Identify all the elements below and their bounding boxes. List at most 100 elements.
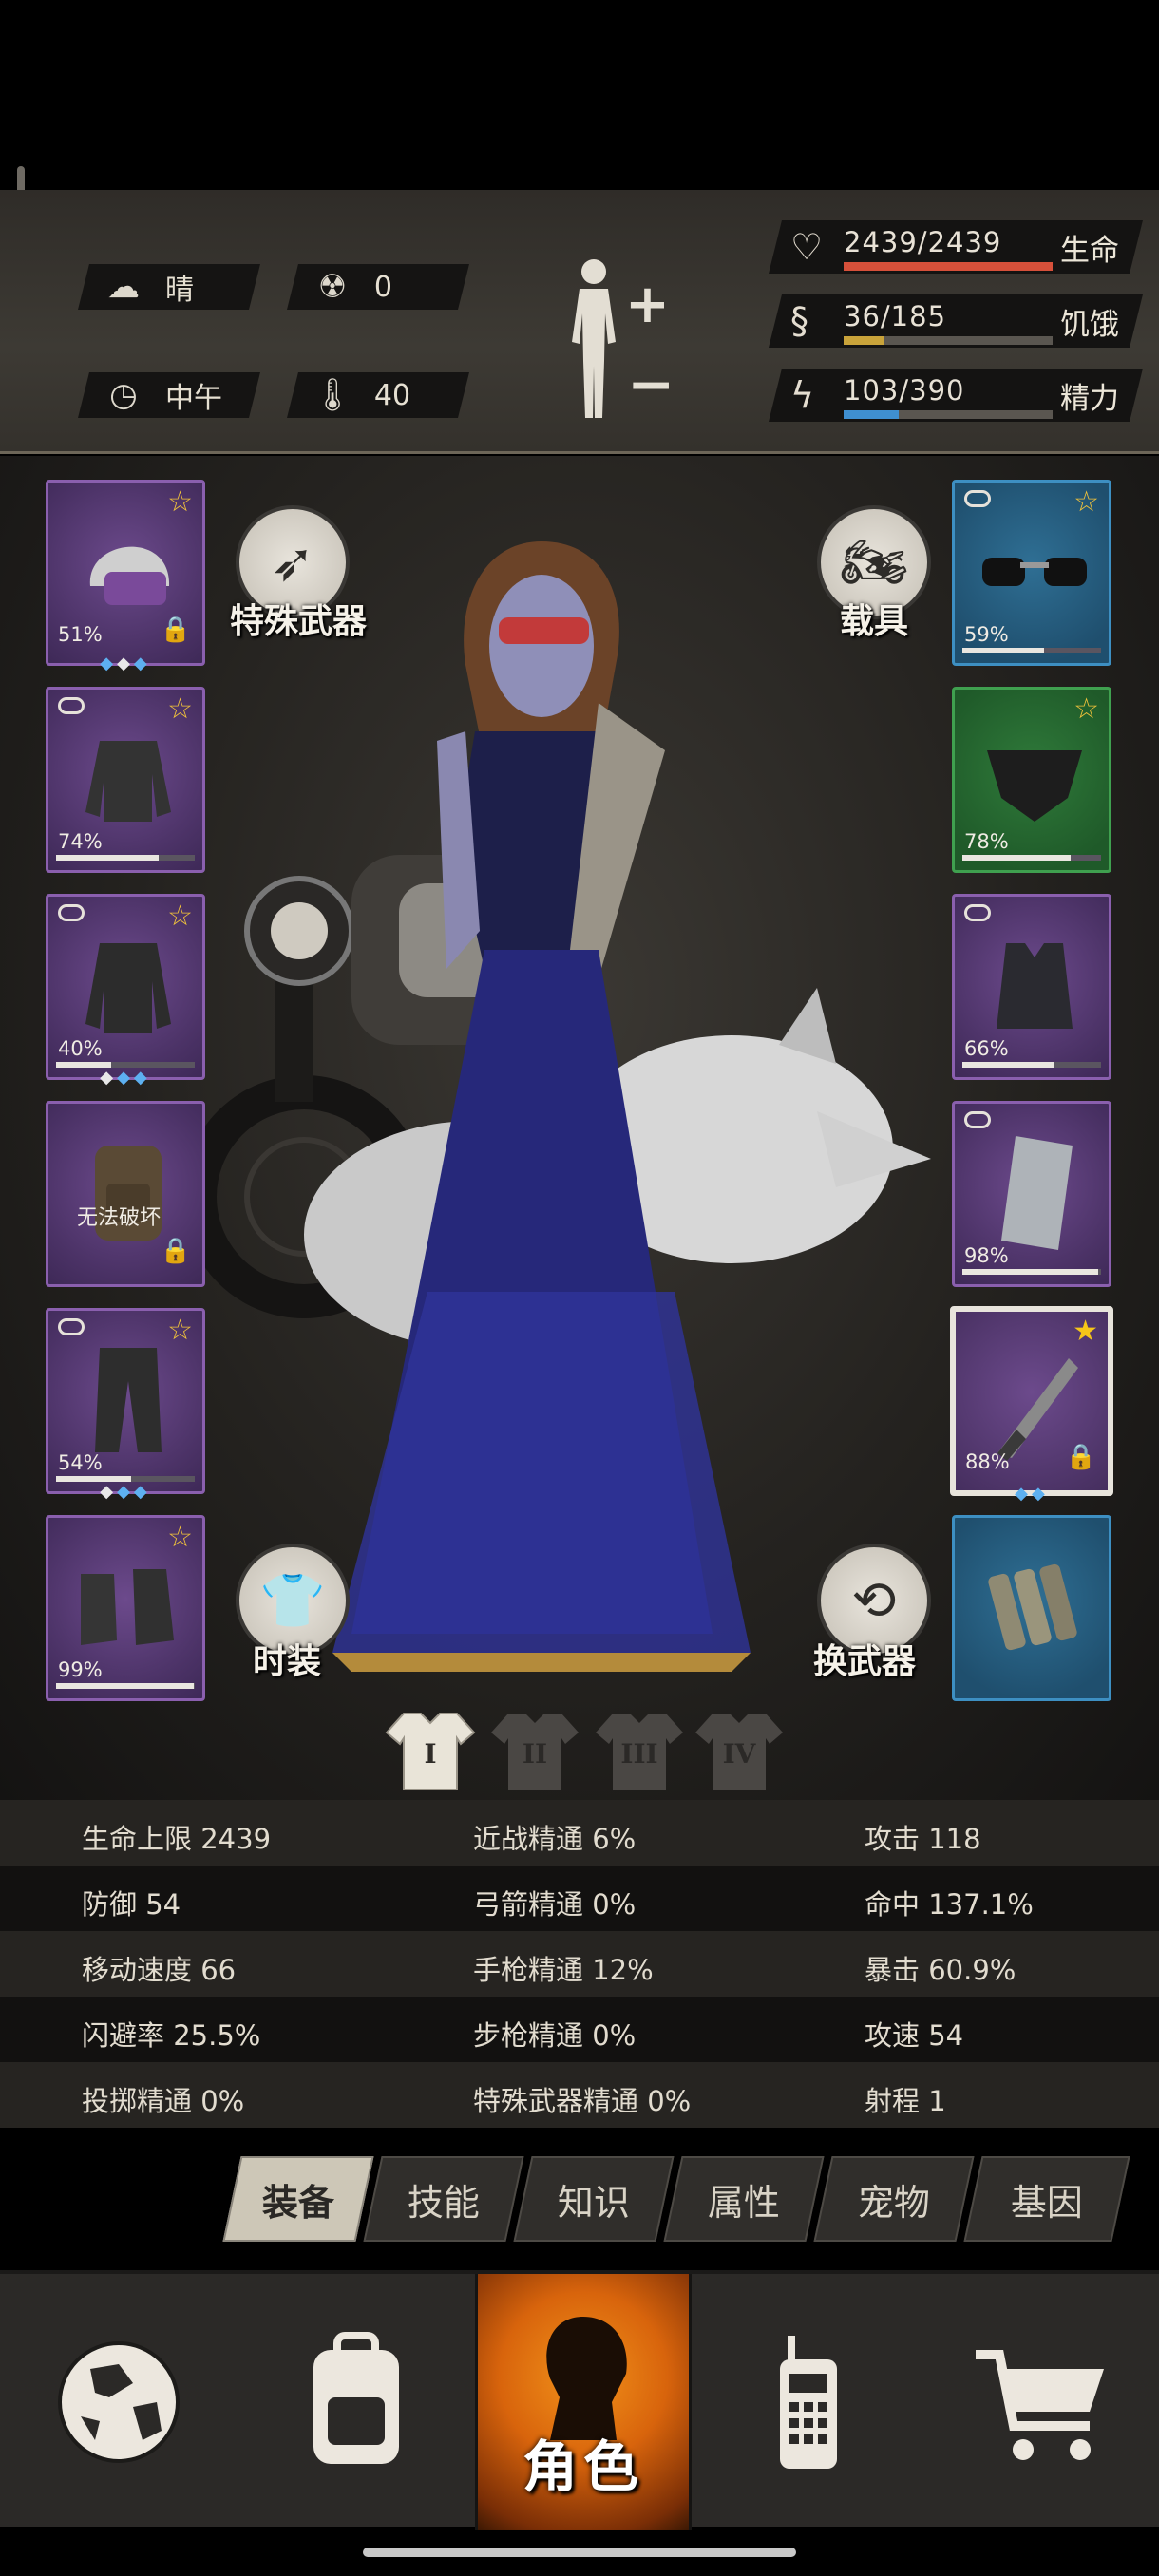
motorcycle-icon: 🏍 [840,532,908,594]
gem-slots: ◆◆◆ [100,1068,151,1088]
tab-label: 知识 [557,2181,630,2224]
temperature-value: 40 [374,378,411,412]
tab-label: 宠物 [857,2181,930,2224]
stat-bow-mastery: 弓箭精通 0% [473,1888,636,1921]
energy-fill [844,410,900,419]
pants-icon [67,1339,189,1461]
energy-value: 103/390 [844,374,965,407]
nav-shop[interactable] [925,2274,1159,2530]
gem-slots: ◆◆◆ [100,653,151,673]
outfit-tab-4[interactable]: IV [694,1710,785,1791]
durability-percent: 66% [964,1037,1009,1060]
body-status-button[interactable]: + − [560,256,694,427]
equip-slot-jacket[interactable]: ☆ 74% [46,687,205,873]
panel-tabs: 装备 技能 知识 属性 宠物 基因 [218,2156,1140,2242]
top-safe-area [0,0,1159,190]
stat-pistol-mastery: 手枪精通 12% [473,1954,654,1986]
hunger-value: 36/185 [844,300,947,332]
outfit-tab-3[interactable]: III [594,1710,685,1791]
minus-icon[interactable]: − [627,351,674,418]
equip-slot-pants[interactable]: ☆ 54% [46,1308,205,1494]
link-icon [964,490,991,507]
plus-icon[interactable]: + [625,274,670,335]
tab-pets[interactable]: 宠物 [813,2156,975,2242]
link-icon [58,697,85,714]
nav-world-map[interactable] [0,2274,238,2530]
equip-slot-helmet[interactable]: ☆ 51% 🔒 [46,480,205,666]
gem-slots: ◆◆ [1015,1484,1049,1504]
stat-accuracy: 命中 137.1% [864,1888,1034,1921]
hunger-bar: § 36/185 饥饿 [769,293,1143,351]
stat-throw-mastery: 投掷精通 0% [82,2085,245,2117]
gas-mask-icon [974,718,1095,840]
durability-percent: 99% [58,1658,103,1681]
unbreakable-label: 无法破坏 [77,1206,162,1230]
backpack-icon [314,2332,399,2464]
stats-panel: 生命上限 2439 近战精通 6% 攻击 118 防御 54 弓箭精通 0% 命… [0,1800,1159,2128]
globe-icon [58,2341,180,2463]
temperature-pill: 🌡 40 [287,372,469,418]
durability-percent: 59% [964,623,1009,646]
energy-bar: ϟ 103/390 精力 [769,367,1143,426]
equip-slot-throwable[interactable] [952,1515,1112,1701]
nav-inventory[interactable] [238,2274,475,2530]
health-label: 生命 [1060,234,1119,268]
tab-skills[interactable]: 技能 [363,2156,524,2242]
hunger-label: 饥饿 [1060,308,1119,342]
equip-slot-boots[interactable]: ☆ 99% [46,1515,205,1701]
tab-knowledge[interactable]: 知识 [513,2156,674,2242]
cart-icon [976,2350,1104,2460]
lock-icon: 🔒 [160,1237,191,1265]
tab-genes[interactable]: 基因 [963,2156,1130,2242]
heart-icon: ♡ [790,226,824,268]
equip-slot-backpack[interactable]: 无法破坏 🔒 [46,1101,205,1287]
stat-defense: 防御 54 [82,1888,181,1921]
equip-slot-weapon[interactable]: ★ 88% 🔒 [950,1306,1113,1496]
tab-label: 属性 [707,2181,780,2224]
durability-percent: 78% [964,830,1009,853]
switch-weapon-label: 换武器 [813,1642,917,1681]
durability-percent: 98% [964,1244,1009,1267]
stats-row: 投掷精通 0% 特殊武器精通 0% 射程 1 [0,2062,1159,2128]
sunglasses-icon [974,511,1095,633]
outfit-tab-1[interactable]: I [385,1710,476,1791]
lock-icon: 🔒 [160,616,191,644]
link-icon [964,904,991,921]
outfit-tab-2[interactable]: II [489,1710,580,1791]
swap-arrows-icon: ⟲ [851,1569,897,1632]
tab-equipment[interactable]: 装备 [222,2156,374,2242]
hunger-fill [844,336,884,345]
durability-percent: 40% [58,1037,103,1060]
equip-slot-shield[interactable]: 98% [952,1101,1112,1287]
nav-character[interactable]: 角色 [475,2274,692,2530]
thermometer-icon: 🌡 [312,376,353,414]
outfit-tab-number: I [424,1738,437,1770]
boots-icon [67,1546,189,1668]
tab-label: 基因 [1010,2181,1083,2224]
stat-max-hp: 生命上限 2439 [82,1823,272,1855]
time-label: 中午 [165,382,222,415]
health-bar: ♡ 2439/2439 生命 [769,218,1143,277]
time-pill: ◷ 中午 [78,372,260,418]
backpack-icon [67,1132,189,1254]
durability-percent: 54% [58,1451,103,1474]
equip-slot-mask[interactable]: ☆ 78% [952,687,1112,873]
link-icon [58,1318,85,1335]
stat-range: 射程 1 [864,2085,946,2117]
body-silhouette-icon [572,259,616,418]
equip-slot-glasses[interactable]: ☆ 59% [952,480,1112,666]
police-helmet-icon [67,511,189,633]
character-portrait [332,541,750,1672]
health-value: 2439/2439 [844,226,1002,258]
stats-row: 移动速度 66 手枪精通 12% 暴击 60.9% [0,1931,1159,1997]
stat-attack-speed: 攻速 54 [864,2019,964,2052]
rocket-icon: ➶ [270,531,315,594]
stat-move-speed: 移动速度 66 [82,1954,237,1986]
health-fill [844,262,1053,271]
nav-radio[interactable] [692,2274,925,2530]
equip-slot-vest[interactable]: 66% [952,894,1112,1080]
outfit-tab-number: II [522,1738,548,1770]
equip-slot-coat[interactable]: ☆ 40% [46,894,205,1080]
fashion-label: 时装 [253,1642,322,1681]
tab-attributes[interactable]: 属性 [663,2156,825,2242]
